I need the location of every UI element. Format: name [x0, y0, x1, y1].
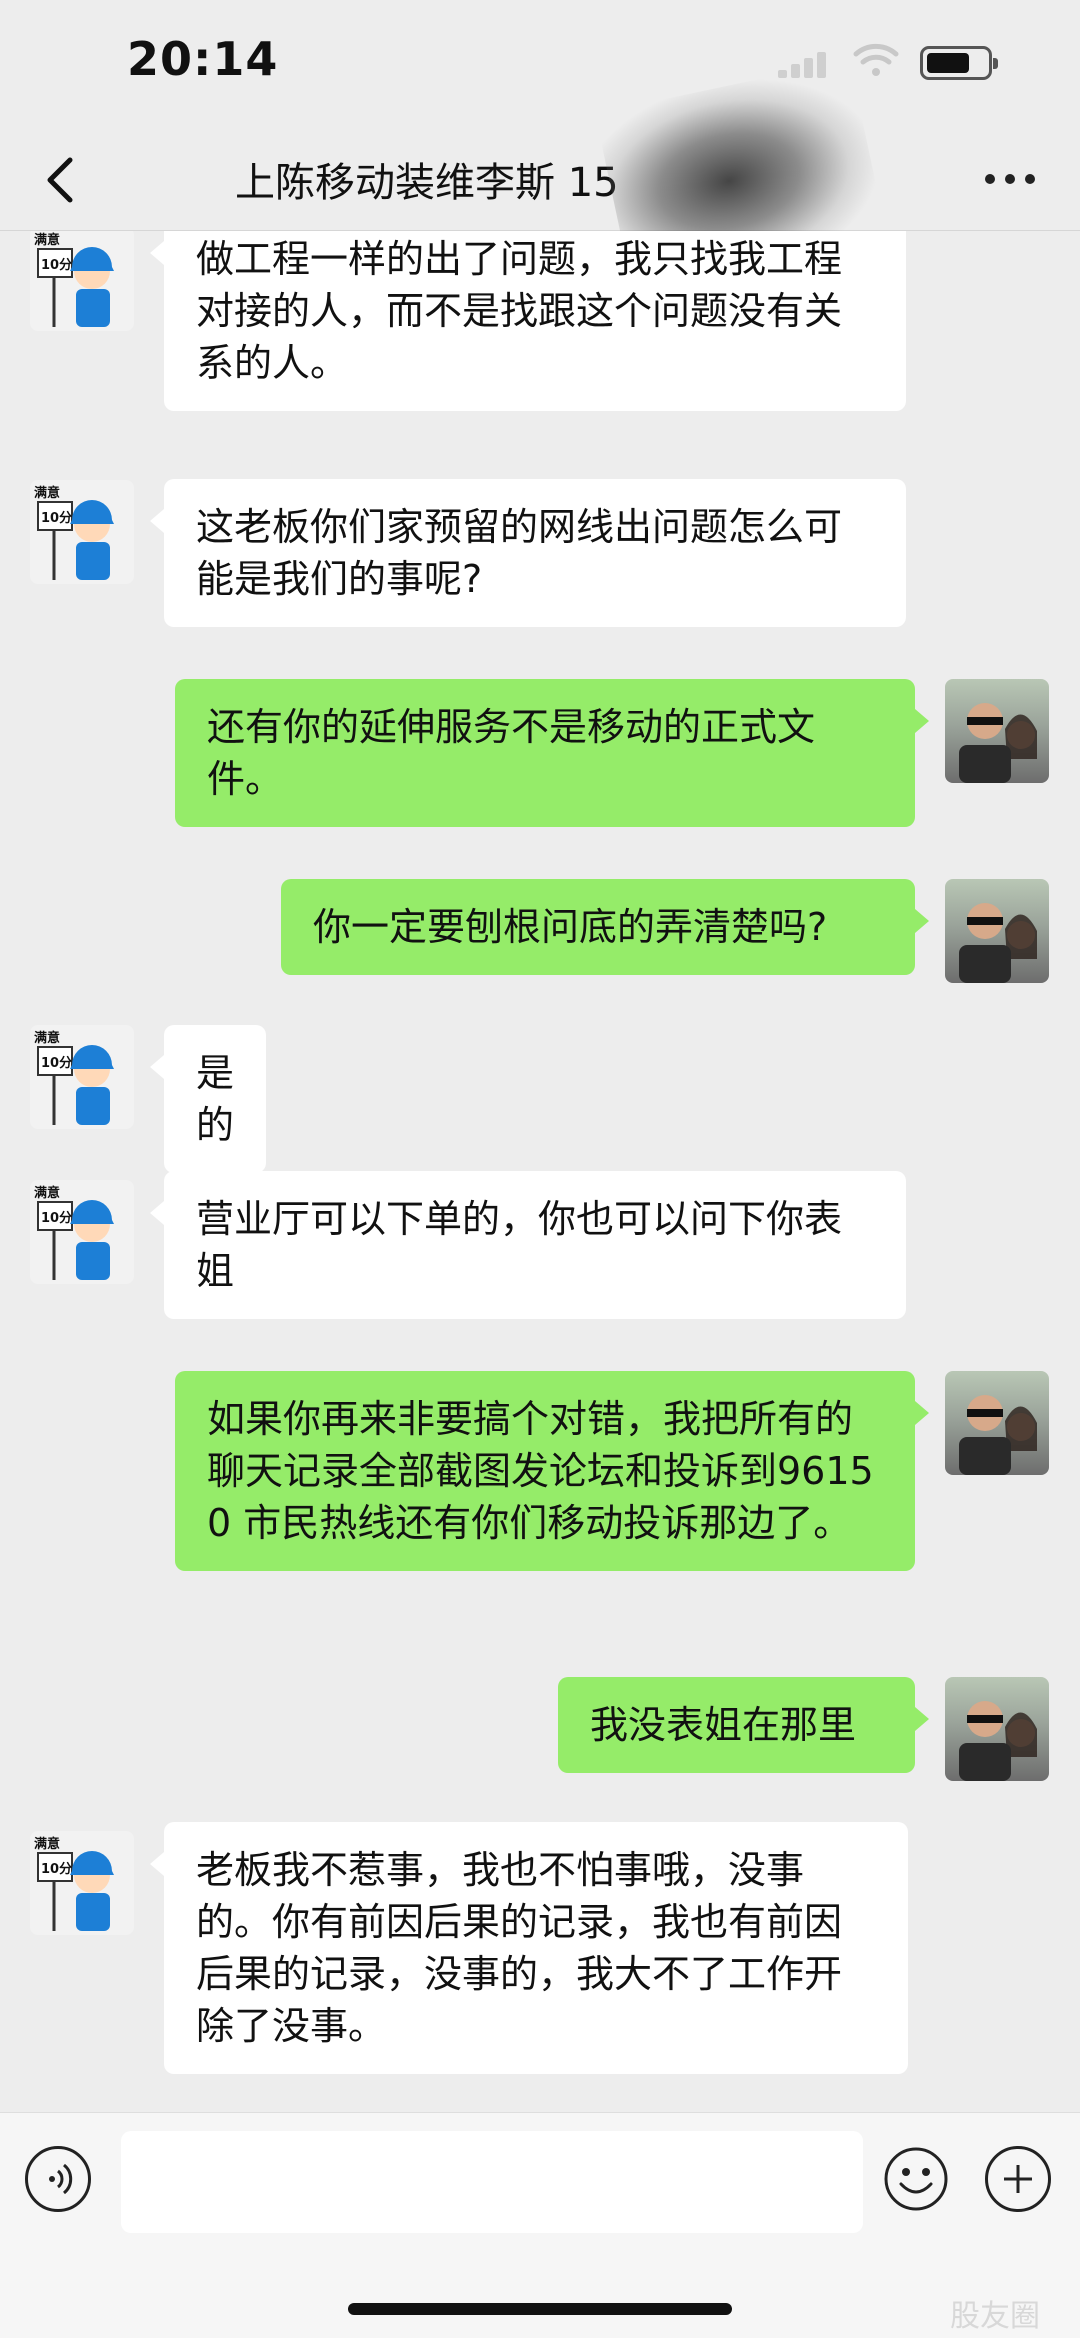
chat-messages[interactable]: 满意 10分 做工程一样的出了问题，我只找我工程对接的人，而不是找跟这个问题没有…: [0, 231, 1080, 2111]
user-photo-icon: [959, 1701, 1037, 1781]
message-bubble[interactable]: 做工程一样的出了问题，我只找我工程对接的人，而不是找跟这个问题没有关系的人。: [150, 231, 906, 411]
voice-icon: [49, 2163, 73, 2195]
avatar-badge-top: 满意: [34, 1031, 61, 1046]
user-avatar[interactable]: [945, 1677, 1049, 1781]
user-avatar[interactable]: [945, 679, 1049, 783]
message-bubble[interactable]: 营业厅可以下单的，你也可以问下你表姐: [150, 1171, 906, 1319]
avatar-badge-top: 满意: [34, 486, 61, 501]
message-bubble[interactable]: 如果你再来非要搞个对错，我把所有的聊天记录全部截图发论坛和投诉到96150 市民…: [175, 1371, 929, 1571]
nav-bar: 上陈移动装维李斯 15: [0, 130, 1080, 231]
agent-avatar[interactable]: 满意 10分: [30, 1180, 134, 1284]
more-functions-button[interactable]: [985, 2146, 1051, 2212]
avatar-badge-sign: 10分: [41, 1211, 73, 1226]
avatar-badge-sign: 10分: [41, 511, 73, 526]
avatar-badge-sign: 10分: [41, 1862, 73, 1877]
user-photo-icon: [959, 703, 1037, 783]
user-avatar[interactable]: [945, 1371, 1049, 1475]
agent-avatar[interactable]: 满意 10分: [30, 1025, 134, 1129]
message-bubble[interactable]: 你一定要刨根问底的弄清楚吗?: [281, 879, 929, 975]
watermark: 股友圈: [950, 2299, 1040, 2334]
battery-icon: [920, 46, 998, 80]
voice-input-button[interactable]: [25, 2146, 91, 2212]
agent-avatar[interactable]: 满意 10分: [30, 480, 134, 584]
wifi-icon: [853, 43, 899, 76]
message-input[interactable]: [121, 2131, 863, 2233]
home-indicator: [348, 2303, 732, 2315]
message-bubble[interactable]: 这老板你们家预留的网线出问题怎么可能是我们的事呢?: [150, 479, 906, 627]
message-bubble[interactable]: 我没表姐在那里: [558, 1677, 929, 1773]
message-bubble[interactable]: 是的: [149, 1025, 267, 1173]
input-bar: 股友圈: [0, 2112, 1080, 2338]
plus-icon: [1004, 2165, 1032, 2193]
avatar-badge-sign: 10分: [41, 258, 73, 273]
agent-avatar[interactable]: 满意 10分: [30, 231, 134, 331]
avatar-badge-top: 满意: [34, 1186, 61, 1201]
avatar-badge-top: 满意: [34, 1837, 61, 1852]
message-bubble[interactable]: 老板我不惹事，我也不怕事哦，没事的。你有前因后果的记录，我也有前因后果的记录，没…: [150, 1822, 908, 2074]
status-bar: 20:14: [0, 0, 1080, 130]
back-chevron-icon[interactable]: [32, 148, 92, 212]
cellular-signal-icon: [778, 48, 838, 78]
user-photo-icon: [959, 1395, 1037, 1475]
avatar-badge-sign: 10分: [41, 1056, 73, 1071]
avatar-badge-top: 满意: [34, 233, 61, 248]
user-avatar[interactable]: [945, 879, 1049, 983]
user-photo-icon: [959, 903, 1037, 983]
status-time: 20:14: [127, 32, 279, 86]
more-options-icon[interactable]: [985, 174, 1035, 186]
emoji-button-icon[interactable]: [883, 2146, 949, 2212]
agent-avatar[interactable]: 满意 10分: [30, 1831, 134, 1935]
message-bubble[interactable]: 还有你的延伸服务不是移动的正式文件。: [175, 679, 929, 827]
chat-title: 上陈移动装维李斯 15: [235, 160, 619, 206]
